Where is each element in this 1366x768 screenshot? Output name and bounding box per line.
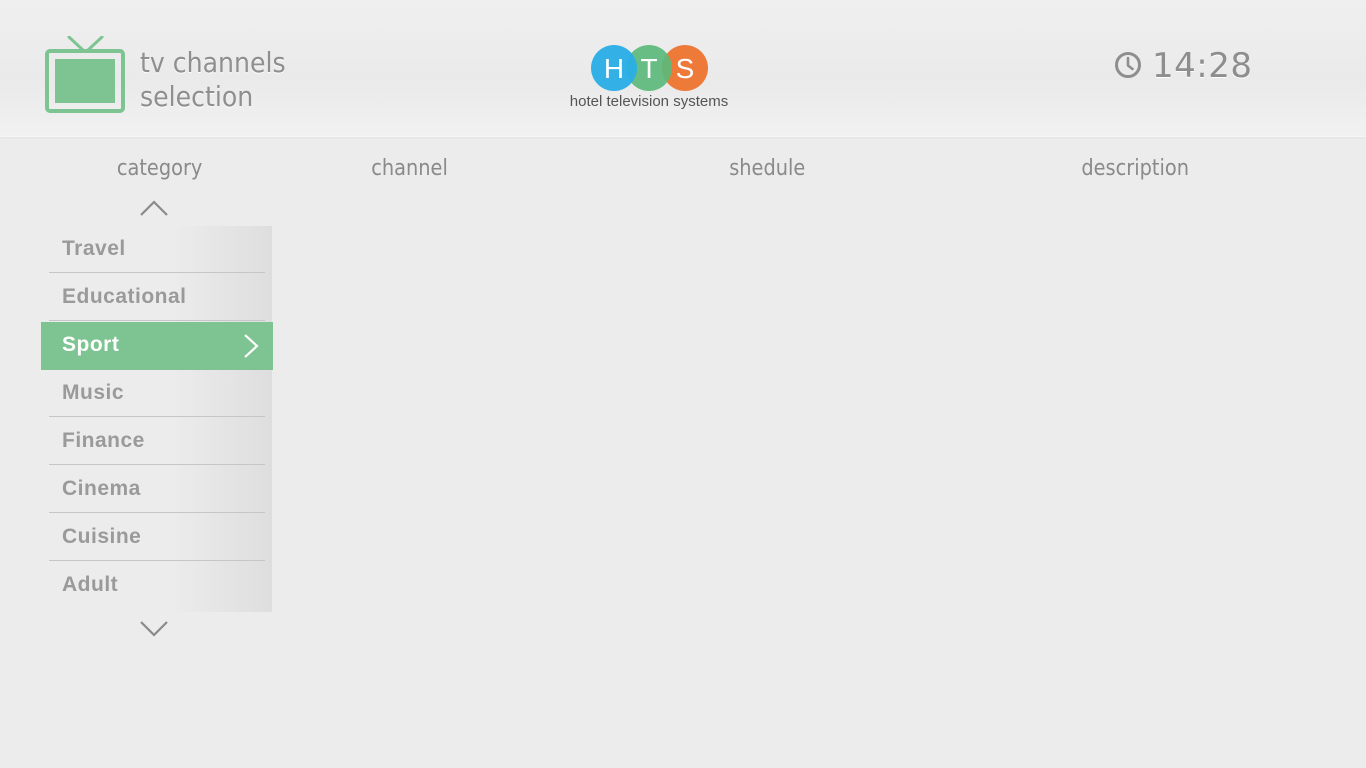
- clock-icon: [1115, 52, 1141, 78]
- header-bar: tv channels selection H T S hotel televi…: [0, 0, 1366, 137]
- category-label: Sport: [62, 333, 120, 356]
- category-item-cuisine[interactable]: Cuisine: [49, 514, 265, 561]
- category-item-finance[interactable]: Finance: [49, 418, 265, 465]
- category-item-adult[interactable]: Adult: [49, 562, 265, 609]
- hts-logo-mark: H T S: [591, 45, 708, 91]
- chevron-up-icon[interactable]: [139, 199, 169, 217]
- category-item-educational[interactable]: Educational: [49, 274, 265, 321]
- svg-text:T: T: [640, 53, 657, 84]
- category-label: Educational: [62, 285, 187, 308]
- category-label: Music: [62, 381, 125, 404]
- svg-text:S: S: [676, 53, 695, 84]
- category-item-cinema[interactable]: Cinema: [49, 466, 265, 513]
- svg-text:H: H: [604, 53, 624, 84]
- page-title-line1: tv channels: [140, 46, 286, 79]
- column-header-schedule: shedule: [729, 156, 806, 181]
- category-label: Cinema: [62, 477, 141, 500]
- column-header-channel: channel: [371, 156, 448, 181]
- category-item-music[interactable]: Music: [49, 370, 265, 417]
- category-label: Travel: [62, 237, 126, 260]
- clock-time: 14:28: [1152, 46, 1253, 86]
- column-header-description: description: [1081, 156, 1189, 181]
- category-label: Finance: [62, 429, 145, 452]
- chevron-right-icon: [244, 334, 259, 358]
- page-title: tv channels selection: [140, 46, 286, 114]
- category-label: Cuisine: [62, 525, 142, 548]
- category-item-travel[interactable]: Travel: [49, 226, 265, 273]
- chevron-down-icon[interactable]: [139, 620, 169, 638]
- category-label: Adult: [62, 573, 119, 596]
- category-item-sport[interactable]: Sport: [41, 322, 273, 370]
- page-title-line2: selection: [140, 80, 254, 113]
- tv-icon: [45, 36, 125, 113]
- logo-tagline: hotel television systems: [569, 93, 729, 110]
- column-header-category: category: [116, 156, 203, 181]
- hts-logo: H T S hotel television systems: [560, 42, 738, 114]
